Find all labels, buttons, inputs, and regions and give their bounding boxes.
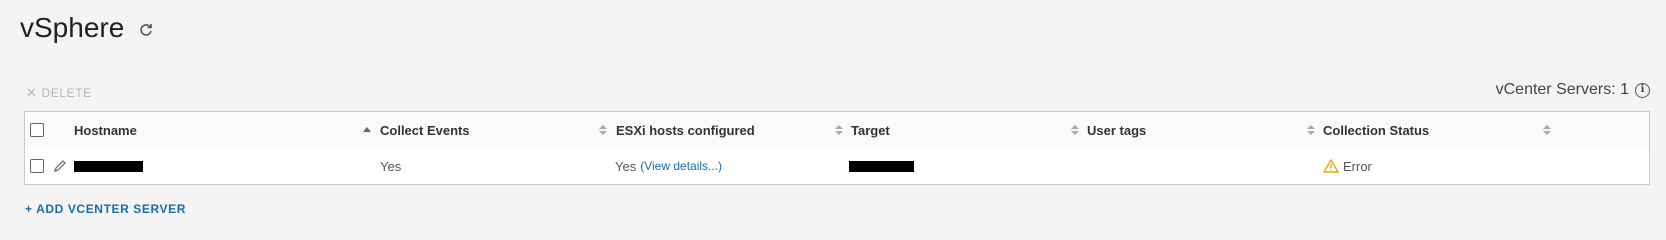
column-header-collect-events[interactable]: Collect Events <box>380 112 470 148</box>
sort-icon[interactable] <box>599 125 607 135</box>
row-checkbox[interactable] <box>30 159 44 173</box>
select-all-checkbox[interactable] <box>30 123 44 137</box>
page-title: vSphere <box>20 12 125 43</box>
refresh-icon[interactable] <box>138 22 154 38</box>
collection-status-cell: Error <box>1323 148 1372 184</box>
esxi-hosts-cell: Yes (View details...) <box>615 148 722 184</box>
table-header: Hostname Collect Events ESXi hosts confi… <box>25 112 1649 149</box>
column-header-target[interactable]: Target <box>851 112 890 148</box>
vcenter-table: Hostname Collect Events ESXi hosts confi… <box>24 111 1650 185</box>
vcenter-count-label: vCenter Servers: 1 <box>1495 81 1629 98</box>
delete-button[interactable]: ✕ DELETE <box>26 85 92 101</box>
table-row[interactable]: Yes Yes (View details...) Error <box>25 148 1649 184</box>
column-divider[interactable] <box>373 112 374 148</box>
sort-icon[interactable] <box>835 125 843 135</box>
column-label: Collect Events <box>380 122 470 138</box>
column-label: Hostname <box>74 122 137 138</box>
sort-icon[interactable] <box>1071 125 1079 135</box>
close-icon: ✕ <box>26 85 38 100</box>
collect-events-cell: Yes <box>380 148 401 184</box>
delete-label: DELETE <box>41 86 92 100</box>
column-header-collection-status[interactable]: Collection Status <box>1323 112 1429 148</box>
column-header-esxi-hosts[interactable]: ESXi hosts configured <box>616 112 755 148</box>
hostname-cell <box>74 148 143 184</box>
column-label: ESXi hosts configured <box>616 122 755 138</box>
collect-events-value: Yes <box>380 158 402 174</box>
sort-icon[interactable] <box>1307 125 1315 135</box>
info-icon[interactable]: i <box>1635 82 1650 98</box>
page-header: vSphere <box>20 12 154 44</box>
pencil-icon[interactable] <box>53 159 67 173</box>
status-value: Error <box>1343 158 1372 174</box>
view-details-link[interactable]: (View details...) <box>640 159 722 173</box>
column-divider[interactable] <box>1081 112 1082 148</box>
column-divider[interactable] <box>845 112 846 148</box>
column-header-user-tags[interactable]: User tags <box>1087 112 1146 148</box>
sort-ascending-icon[interactable] <box>363 127 371 132</box>
column-header-hostname[interactable]: Hostname <box>74 112 137 148</box>
redacted-target <box>849 160 914 172</box>
column-divider[interactable] <box>1317 112 1318 148</box>
add-vcenter-server-button[interactable]: + ADD VCENTER SERVER <box>25 202 186 216</box>
target-cell <box>849 148 914 184</box>
esxi-hosts-value: Yes <box>615 158 637 174</box>
vcenter-count: vCenter Servers: 1 i <box>1496 81 1650 99</box>
column-divider[interactable] <box>609 112 610 148</box>
column-label: User tags <box>1087 122 1147 138</box>
column-label: Collection Status <box>1323 122 1430 138</box>
redacted-hostname <box>74 160 143 172</box>
sort-icon[interactable] <box>1543 125 1551 135</box>
warning-icon <box>1323 159 1339 173</box>
column-label: Target <box>851 122 890 138</box>
